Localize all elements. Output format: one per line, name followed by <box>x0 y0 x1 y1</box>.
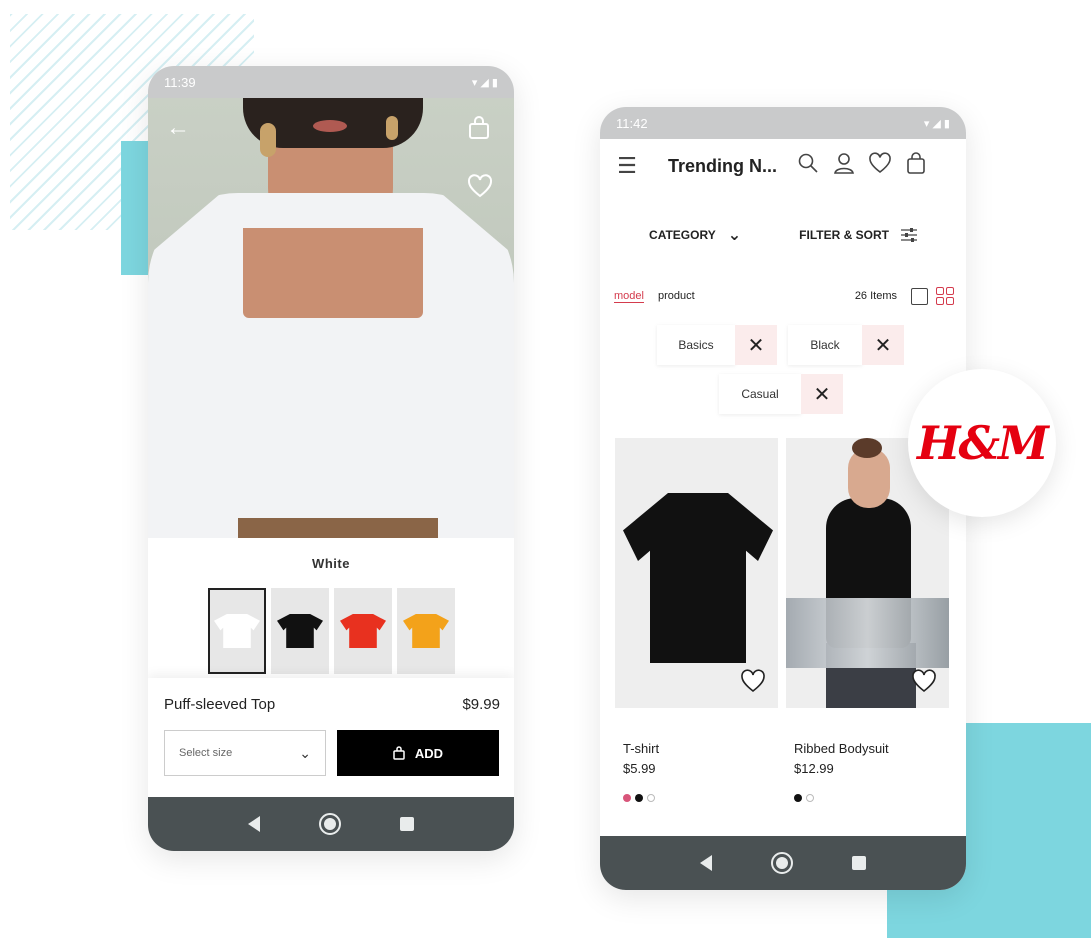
filter-sort-button[interactable]: FILTER & SORT <box>799 225 917 245</box>
color-dot <box>647 794 655 802</box>
color-swatches <box>208 588 455 674</box>
swatch-black[interactable] <box>271 588 329 674</box>
chevron-down-icon: ⌄ <box>727 227 742 244</box>
heart-icon[interactable] <box>738 666 768 696</box>
status-bar: 11:39 ▾ ◢ ▮ <box>148 66 514 98</box>
brand-logo-badge: H&M <box>908 369 1056 517</box>
chip-label: Basics <box>657 325 735 365</box>
product-name[interactable]: Ribbed Bodysuit <box>794 741 889 756</box>
swatch-white[interactable] <box>208 588 266 674</box>
add-to-bag-button[interactable]: ADD <box>337 730 499 776</box>
item-count: 26 Items <box>854 290 897 302</box>
favorites-icon[interactable] <box>867 152 893 180</box>
bag-icon[interactable] <box>468 116 490 145</box>
tab-model[interactable]: model <box>614 290 644 303</box>
single-view-icon[interactable] <box>911 287 928 305</box>
tab-product[interactable]: product <box>658 290 695 302</box>
signal-icons: ▾ ◢ ▮ <box>471 76 498 89</box>
shirt-icon <box>340 614 386 648</box>
product-hero-image <box>148 98 514 538</box>
menu-icon[interactable]: ☰ <box>614 153 640 179</box>
selected-color-label: White <box>312 556 350 571</box>
filter-sort-label: FILTER & SORT <box>799 228 889 242</box>
android-nav-bar <box>148 797 514 851</box>
android-nav-bar <box>600 836 966 890</box>
color-dot <box>794 794 802 802</box>
bag-icon[interactable] <box>903 152 929 180</box>
nav-back-icon[interactable] <box>247 816 260 832</box>
add-button-label: ADD <box>414 745 444 761</box>
product-image-tshirt[interactable] <box>615 438 778 708</box>
bag-icon <box>393 746 405 760</box>
account-icon[interactable] <box>831 152 857 180</box>
category-label: CATEGORY <box>649 228 716 242</box>
filter-bar: CATEGORY ⌄ FILTER & SORT <box>600 225 966 245</box>
filter-chip-basics: Basics ✕ <box>657 325 777 365</box>
color-dots <box>794 794 814 802</box>
nav-recents-icon[interactable] <box>852 856 867 870</box>
swatch-orange[interactable] <box>397 588 455 674</box>
filter-chip-black: Black ✕ <box>788 325 904 365</box>
swatch-red[interactable] <box>334 588 392 674</box>
status-time: 11:42 <box>616 115 648 131</box>
nav-recents-icon[interactable] <box>400 817 415 831</box>
chip-label: Black <box>788 325 862 365</box>
color-dot <box>635 794 643 802</box>
product-price: $9.99 <box>462 696 500 713</box>
grid-view-icon[interactable] <box>936 287 954 305</box>
signal-icons: ▾ ◢ ▮ <box>923 117 950 130</box>
size-select-placeholder: Select size <box>179 747 233 759</box>
product-price: $12.99 <box>794 761 834 776</box>
nav-home-icon[interactable] <box>770 852 793 874</box>
nav-back-icon[interactable] <box>699 855 712 871</box>
close-icon[interactable]: ✕ <box>735 325 777 365</box>
product-detail-phone: 11:39 ▾ ◢ ▮ ← White Puff-sleeved Top $9.… <box>148 66 514 851</box>
chip-label: Casual <box>719 374 801 414</box>
color-dot <box>623 794 631 802</box>
shirt-icon <box>403 614 449 648</box>
nav-home-icon[interactable] <box>318 813 341 835</box>
close-icon[interactable]: ✕ <box>801 374 843 414</box>
app-bar: ☰ Trending N... <box>600 139 966 193</box>
brand-logo: H&M <box>917 416 1049 470</box>
sliders-icon <box>900 228 917 242</box>
status-time: 11:39 <box>164 74 196 90</box>
filter-chip-casual: Casual ✕ <box>719 374 843 414</box>
status-bar: 11:42 ▾ ◢ ▮ <box>600 107 966 139</box>
view-toggle-row: model product 26 Items <box>614 287 954 305</box>
color-dot <box>806 794 814 802</box>
back-arrow-icon[interactable]: ← <box>166 116 190 140</box>
chevron-down-icon: ⌄ <box>299 744 311 761</box>
page-title: Trending N... <box>668 155 778 176</box>
heart-icon[interactable] <box>909 666 939 696</box>
close-icon[interactable]: ✕ <box>862 325 904 365</box>
shirt-icon <box>214 614 260 648</box>
category-dropdown[interactable]: CATEGORY ⌄ <box>649 225 741 245</box>
product-name: Puff-sleeved Top <box>164 696 276 713</box>
purchase-panel: Puff-sleeved Top $9.99 Select size ⌄ ADD <box>148 678 514 798</box>
product-name[interactable]: T-shirt <box>623 741 659 756</box>
color-dots <box>623 794 655 802</box>
shirt-icon <box>277 614 323 648</box>
product-price: $5.99 <box>623 761 656 776</box>
search-icon[interactable] <box>795 153 821 179</box>
heart-icon[interactable] <box>467 174 493 203</box>
size-select[interactable]: Select size ⌄ <box>164 730 326 776</box>
product-listing-phone: 11:42 ▾ ◢ ▮ ☰ Trending N... CATEGORY ⌄ F… <box>600 107 966 890</box>
